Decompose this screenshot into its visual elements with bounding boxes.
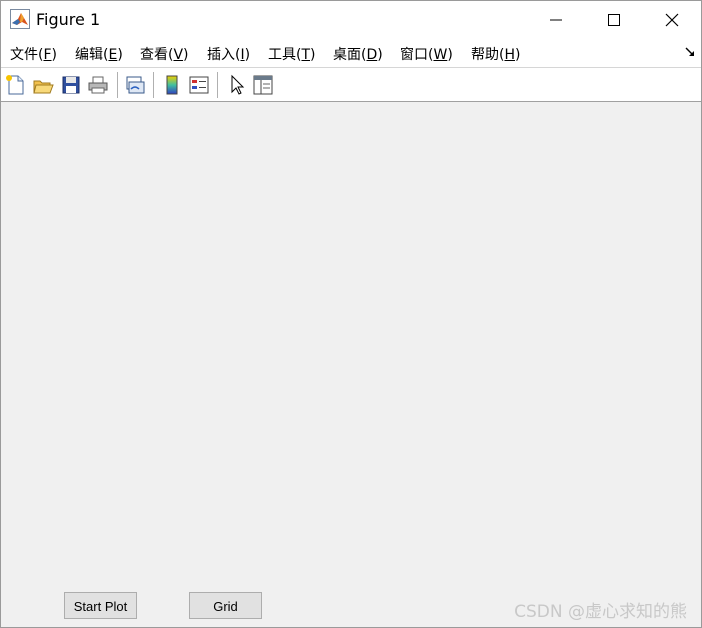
menu-insert-end: ) bbox=[244, 47, 251, 63]
menu-view-key: V bbox=[173, 47, 184, 63]
figure-toolbar bbox=[1, 67, 701, 102]
menu-desktop-key: D bbox=[366, 47, 378, 63]
new-figure-icon[interactable] bbox=[5, 74, 27, 96]
toolbar-separator bbox=[153, 72, 154, 98]
menu-tools-label: 工具( bbox=[268, 47, 302, 63]
menu-desktop-label: 桌面( bbox=[333, 47, 367, 63]
toolbar-separator bbox=[217, 72, 218, 98]
maximize-icon bbox=[608, 14, 620, 26]
menu-desktop[interactable]: 桌面(D) bbox=[333, 44, 383, 64]
figure-window: Figure 1 文件(F) 编辑(E) 查看(V) 插入(I) 工具(T) 桌… bbox=[0, 0, 702, 628]
title-bar[interactable]: Figure 1 bbox=[1, 1, 701, 39]
matlab-icon bbox=[10, 9, 30, 29]
menu-tools-key: T bbox=[301, 47, 311, 63]
start-plot-button[interactable]: Start Plot bbox=[64, 592, 137, 619]
menu-insert[interactable]: 插入(I) bbox=[207, 44, 250, 64]
property-inspector-icon[interactable] bbox=[252, 74, 274, 96]
menu-edit[interactable]: 编辑(E) bbox=[75, 44, 123, 64]
menu-view-label: 查看( bbox=[140, 47, 174, 63]
menu-insert-label: 插入( bbox=[207, 47, 241, 63]
open-file-icon[interactable] bbox=[32, 74, 54, 96]
menu-window[interactable]: 窗口(W) bbox=[400, 44, 453, 64]
menu-help-label: 帮助( bbox=[471, 47, 505, 63]
menu-help-key: H bbox=[504, 47, 515, 63]
menu-view[interactable]: 查看(V) bbox=[140, 44, 189, 64]
window-title: Figure 1 bbox=[36, 10, 101, 29]
watermark-text: CSDN @虚心求知的熊 bbox=[514, 602, 687, 622]
save-icon[interactable] bbox=[60, 74, 82, 96]
menu-edit-label: 编辑( bbox=[75, 47, 109, 63]
insert-legend-icon[interactable] bbox=[188, 74, 210, 96]
menu-bar: 文件(F) 编辑(E) 查看(V) 插入(I) 工具(T) 桌面(D) 窗口(W… bbox=[1, 39, 701, 67]
menu-file-end: ) bbox=[51, 47, 57, 63]
minimize-icon bbox=[550, 19, 562, 21]
menu-help-end: ) bbox=[515, 47, 521, 63]
maximize-button[interactable] bbox=[585, 1, 643, 39]
menu-edit-key: E bbox=[108, 47, 118, 63]
grid-button[interactable]: Grid bbox=[189, 592, 262, 619]
minimize-button[interactable] bbox=[527, 1, 585, 39]
menu-edit-end: ) bbox=[117, 47, 123, 63]
menu-file-label: 文件( bbox=[10, 47, 44, 63]
print-icon[interactable] bbox=[87, 74, 109, 96]
menu-help[interactable]: 帮助(H) bbox=[471, 44, 520, 64]
close-button[interactable] bbox=[643, 1, 701, 39]
dock-arrow-icon[interactable] bbox=[685, 47, 695, 57]
menu-tools[interactable]: 工具(T) bbox=[268, 44, 316, 64]
toolbar-separator bbox=[117, 72, 118, 98]
insert-colorbar-icon[interactable] bbox=[161, 74, 183, 96]
figure-canvas[interactable] bbox=[1, 102, 701, 627]
link-plot-icon[interactable] bbox=[124, 74, 146, 96]
menu-view-end: ) bbox=[183, 47, 189, 63]
menu-file-key: F bbox=[43, 47, 52, 63]
menu-window-end: ) bbox=[447, 47, 453, 63]
close-icon bbox=[665, 13, 679, 27]
menu-file[interactable]: 文件(F) bbox=[10, 44, 57, 64]
menu-window-key: W bbox=[433, 47, 448, 63]
menu-desktop-end: ) bbox=[377, 47, 383, 63]
menu-tools-end: ) bbox=[310, 47, 316, 63]
menu-window-label: 窗口( bbox=[400, 47, 434, 63]
edit-plot-icon[interactable] bbox=[225, 74, 247, 96]
